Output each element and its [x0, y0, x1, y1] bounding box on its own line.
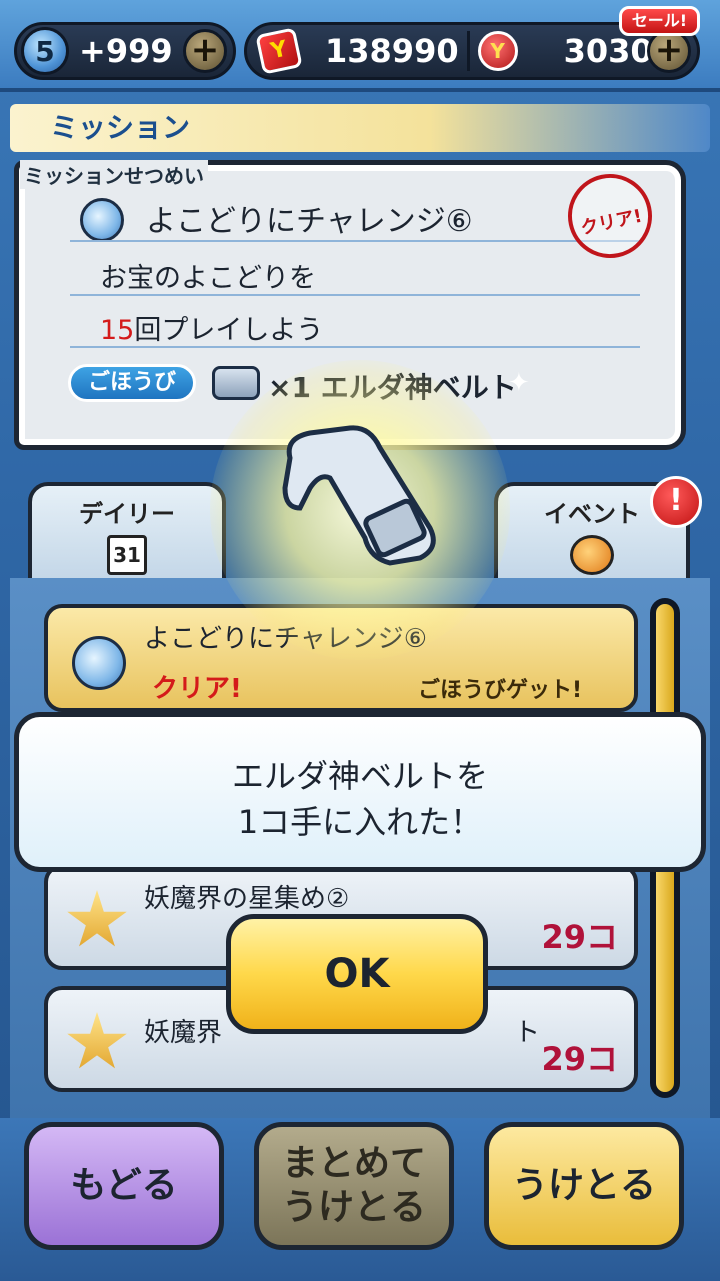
plus-icon: + — [190, 30, 220, 70]
receive-all-button[interactable]: まとめて うけとる — [254, 1122, 454, 1250]
sparkle-icon: ✦ — [508, 368, 530, 398]
list-item-title: 妖魔界 — [144, 1018, 223, 1048]
screen: 5 +999 + Y 138990 Y 30302 + セール! ミッション ミ… — [0, 0, 720, 1281]
spirit-level: 5 — [35, 34, 55, 68]
mission-description-label: ミッションせつめい — [20, 160, 208, 189]
item-received-dialog: エルダ神ベルトを 1コ手に入れた！ — [14, 712, 706, 872]
mission-desc-line1: お宝のよこどりを — [100, 263, 316, 294]
list-item-count: 29コ — [541, 1040, 618, 1078]
mission-title: よこどりにチャレンジ⑥ — [146, 204, 473, 239]
divider — [70, 294, 640, 296]
ymoney-icon: Y — [255, 27, 303, 75]
receive-button[interactable]: うけとる — [484, 1122, 684, 1250]
tab-daily-label: デイリー — [79, 500, 175, 528]
dialog-line2: 1コ手に入れた！ — [237, 803, 483, 841]
currency-bar: 5 +999 + Y 138990 Y 30302 + セール! — [0, 0, 720, 92]
belt-icon — [212, 366, 260, 400]
event-alert-badge: ! — [650, 476, 702, 528]
tab-daily[interactable]: デイリー 31 — [28, 482, 226, 582]
spirit-counter: 5 +999 + — [14, 22, 236, 80]
divider — [70, 346, 640, 348]
belt-item-icon — [282, 425, 436, 566]
divider — [70, 240, 640, 242]
add-spirit-button[interactable]: + — [183, 29, 227, 73]
list-item-title: 妖魔界の星集め② — [144, 884, 350, 914]
spirit-count: +999 — [79, 32, 173, 70]
mission-header: ミッション — [10, 104, 710, 152]
receive-all-line2: うけとる — [281, 1187, 426, 1228]
ok-button[interactable]: OK — [226, 914, 488, 1034]
plus-icon: + — [654, 30, 684, 70]
reward-badge: ごほうび — [68, 364, 196, 402]
list-item-reward: ごほうびゲット! — [418, 678, 583, 703]
list-item-count: 29コ — [541, 918, 618, 956]
star-icon — [67, 1012, 127, 1069]
list-item-title-tail: ト — [514, 1018, 541, 1048]
calendar-icon: 31 — [107, 535, 147, 575]
mission-spirit-icon — [80, 198, 124, 242]
mission-count: 15 — [100, 315, 135, 346]
calendar-date: 31 — [113, 543, 141, 567]
dialog-line1: エルダ神ベルトを — [231, 757, 488, 795]
megaphone-icon — [570, 535, 614, 575]
star-icon — [67, 890, 127, 947]
spirit-level-icon: 5 — [21, 27, 69, 75]
mission-desc-line2: 15回プレイしよう — [100, 308, 323, 347]
receive-all-line1: まとめて — [281, 1143, 426, 1184]
back-button[interactable]: もどる — [24, 1122, 224, 1250]
list-item-status: クリア! — [152, 674, 242, 704]
sale-badge[interactable]: セール! — [618, 6, 700, 36]
mission-desc-rest: 回プレイしよう — [134, 315, 324, 346]
mission-spirit-icon — [72, 636, 126, 690]
coin-count: 138990 — [325, 32, 459, 70]
money-bag-icon: Y — [477, 31, 518, 71]
divider — [466, 31, 470, 71]
